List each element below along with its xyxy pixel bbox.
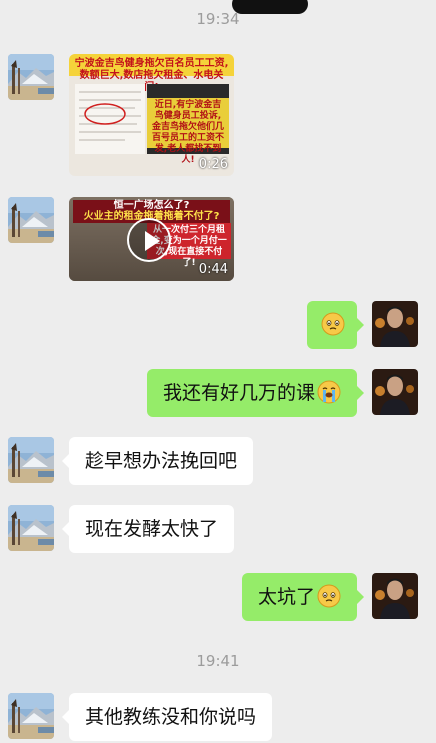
my-avatar[interactable] bbox=[372, 573, 418, 619]
message-bubble-incoming[interactable]: 其他教练没和你说吗 bbox=[61, 693, 273, 741]
message-text: 太坑了 bbox=[257, 586, 315, 608]
message-bubble-incoming[interactable]: 现在发酵太快了 bbox=[61, 505, 235, 553]
message-text: 其他教练没和你说吗 bbox=[85, 706, 257, 728]
worried-face-emoji bbox=[317, 584, 341, 608]
contact-avatar[interactable] bbox=[8, 693, 54, 739]
timestamp-2: 19:41 bbox=[196, 652, 240, 670]
contact-avatar[interactable] bbox=[8, 54, 54, 100]
document-thumbnail bbox=[75, 84, 145, 154]
contact-avatar[interactable] bbox=[8, 505, 54, 551]
video-message-1[interactable]: 宁波金吉鸟健身拖欠百名员工工资,数额巨大,数店拖欠租金、水电关门! 近日,有宁波… bbox=[69, 54, 234, 176]
timestamp-1: 19:34 bbox=[196, 10, 240, 28]
message-bubble-outgoing[interactable]: 我还有好几万的课 bbox=[146, 369, 365, 417]
video-1-duration: 0:26 bbox=[198, 157, 228, 172]
my-avatar[interactable] bbox=[372, 301, 418, 347]
video-message-2[interactable]: 恒一广场怎么了? 火业主的租金拖着拖着不付了? 从一次付三个月租金,变为一个月付… bbox=[69, 197, 234, 281]
contact-avatar[interactable] bbox=[8, 437, 54, 483]
my-avatar[interactable] bbox=[372, 369, 418, 415]
message-bubble-outgoing[interactable] bbox=[307, 301, 364, 349]
message-text: 现在发酵太快了 bbox=[85, 518, 219, 540]
video-frame: 近日,有宁波金吉鸟健身员工投诉,金吉鸟拖欠他们几百号员工的工资不发,老人都找不到… bbox=[147, 84, 229, 165]
video-2-duration: 0:44 bbox=[198, 262, 228, 277]
message-text: 趁早想办法挽回吧 bbox=[85, 450, 238, 472]
message-text: 我还有好几万的课 bbox=[162, 382, 315, 404]
message-bubble-outgoing[interactable]: 太坑了 bbox=[241, 573, 365, 621]
video-caption-box: 近日,有宁波金吉鸟健身员工投诉,金吉鸟拖欠他们几百号员工的工资不发,老人都找不到… bbox=[147, 98, 229, 165]
crying-face-emoji bbox=[317, 380, 341, 404]
message-bubble-incoming[interactable]: 趁早想办法挽回吧 bbox=[61, 437, 254, 485]
play-icon[interactable] bbox=[127, 218, 171, 262]
worried-face-emoji bbox=[321, 312, 345, 336]
contact-avatar[interactable] bbox=[8, 197, 54, 243]
